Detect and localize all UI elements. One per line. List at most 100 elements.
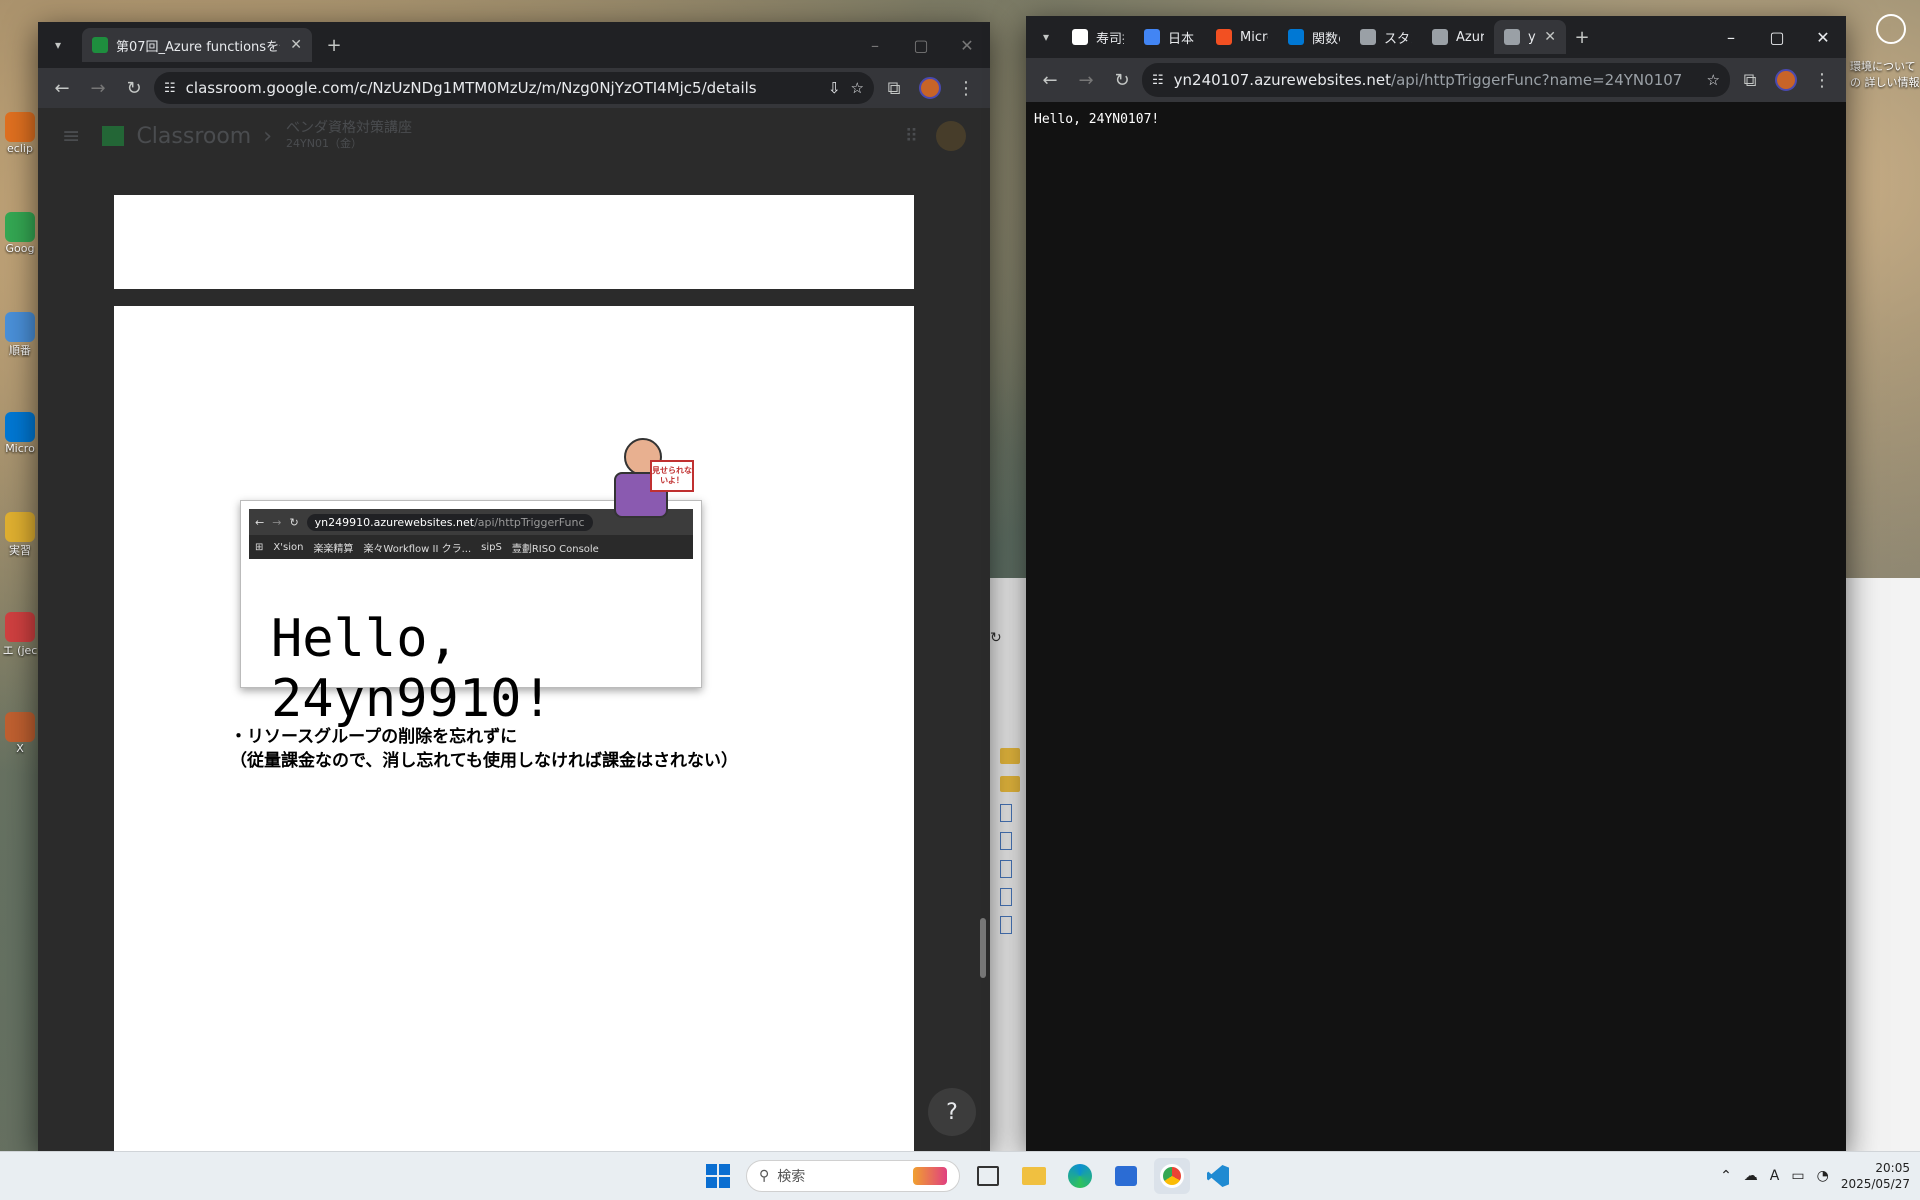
- shortcut-icon: [5, 712, 35, 742]
- folder-icon[interactable]: [1000, 776, 1020, 792]
- scrollbar[interactable]: [980, 918, 986, 978]
- tab-favicon-icon: [1072, 29, 1088, 45]
- clock[interactable]: 20:05 2025/05/27: [1841, 1160, 1910, 1192]
- ime-indicator[interactable]: A: [1770, 1168, 1780, 1184]
- refresh-icon[interactable]: ↻: [990, 630, 1002, 646]
- classroom-logo-icon[interactable]: [102, 126, 125, 146]
- tab-search-chevron-icon[interactable]: ▾: [1030, 21, 1062, 53]
- desktop-shortcut[interactable]: Goog: [2, 212, 38, 255]
- forward-arrow-icon[interactable]: →: [1070, 64, 1102, 96]
- extensions-puzzle-icon[interactable]: ⧉: [878, 72, 910, 104]
- close-window-icon[interactable]: ✕: [944, 22, 990, 68]
- account-avatar[interactable]: [936, 121, 966, 151]
- folder-icon[interactable]: [1000, 748, 1020, 764]
- reload-icon[interactable]: ↻: [1106, 64, 1138, 96]
- tab-favicon-icon: [1360, 29, 1376, 45]
- browser-tab[interactable]: 関数の: [1278, 20, 1350, 54]
- network-icon[interactable]: ▭: [1791, 1168, 1804, 1184]
- volume-icon[interactable]: ◔: [1817, 1168, 1829, 1184]
- mini-bookmark-item: 楽々Workflow II クラ...: [363, 543, 472, 555]
- apps-grid-icon[interactable]: ⠿: [905, 126, 918, 147]
- back-arrow-icon[interactable]: ←: [1034, 64, 1066, 96]
- mosaic-character-sticker: 見せられないよ！: [610, 438, 700, 518]
- response-text[interactable]: Hello, 24YN0107!: [1034, 112, 1838, 127]
- edge-browser-icon[interactable]: [1062, 1158, 1098, 1194]
- site-info-icon[interactable]: ☷: [1152, 73, 1164, 88]
- address-bar[interactable]: ☷ yn240107.azurewebsites.net/api/httpTri…: [1142, 63, 1730, 97]
- browser-tab[interactable]: Micro: [1206, 20, 1278, 54]
- desktop-shortcut[interactable]: 実習: [2, 512, 38, 558]
- profile-avatar-icon[interactable]: [914, 72, 946, 104]
- mini-back-icon: ←: [255, 515, 265, 529]
- mini-bookmark-item: X'sion: [273, 541, 304, 553]
- file-icon[interactable]: [1000, 832, 1012, 850]
- right-browser-window: ▾ 寿司打 日本 Micro 関数の スタン Azure yn ✕ + – ▢ ✕ ← → ↻…: [1026, 16, 1846, 1152]
- search-highlight-icon: [913, 1167, 947, 1185]
- course-subtitle: 24YN01（金）: [286, 137, 362, 150]
- new-tab-plus-icon[interactable]: +: [318, 29, 350, 61]
- tab-strip-right: ▾ 寿司打 日本 Micro 関数の スタン Azure yn ✕ + – ▢ ✕: [1026, 16, 1846, 58]
- maximize-icon[interactable]: ▢: [1754, 16, 1800, 58]
- classroom-favicon-icon: [92, 37, 108, 53]
- browser-toolbar: ← → ↻ ☷ classroom.google.com/c/NzUzNDg1M…: [38, 68, 990, 108]
- minimize-icon[interactable]: –: [1708, 16, 1754, 58]
- tab-classroom[interactable]: 第07回_Azure functionsを作ろう ✕: [82, 28, 312, 62]
- vscode-icon[interactable]: [1200, 1158, 1236, 1194]
- shortcut-icon: [5, 312, 35, 342]
- minimize-icon[interactable]: –: [852, 22, 898, 68]
- file-explorer-icon[interactable]: [1016, 1158, 1052, 1194]
- browser-tab[interactable]: Azure: [1422, 20, 1494, 54]
- file-icon[interactable]: [1000, 916, 1012, 934]
- mini-reload-icon: ↻: [289, 515, 299, 529]
- browser-tab[interactable]: 日本: [1134, 20, 1206, 54]
- back-arrow-icon[interactable]: ←: [46, 72, 78, 104]
- taskbar-search-box[interactable]: ⚲ 検索: [746, 1160, 960, 1192]
- help-question-icon[interactable]: ?: [928, 1088, 976, 1136]
- browser-tab[interactable]: 寿司打: [1062, 20, 1134, 54]
- desktop-shortcut[interactable]: Micro: [2, 412, 38, 455]
- file-icon[interactable]: [1000, 860, 1012, 878]
- response-page: Hello, 24YN0107!: [1026, 102, 1846, 1152]
- site-info-icon[interactable]: ☷: [164, 81, 176, 96]
- file-icon[interactable]: [1000, 888, 1012, 906]
- desktop-shortcut[interactable]: 順番: [2, 312, 38, 358]
- desktop-shortcut[interactable]: エ (jec: [2, 612, 38, 658]
- tab-search-chevron-icon[interactable]: ▾: [42, 29, 74, 61]
- tab-close-icon[interactable]: ✕: [1544, 29, 1556, 45]
- desktop-shortcut[interactable]: eclip: [2, 112, 38, 155]
- course-name[interactable]: ベンダ資格対策講座: [286, 120, 412, 136]
- chevron-up-icon[interactable]: ⌃: [1720, 1168, 1732, 1184]
- chrome-browser-icon[interactable]: [1154, 1158, 1190, 1194]
- left-browser-window: ▾ 第07回_Azure functionsを作ろう ✕ + – ▢ ✕ ← →…: [38, 22, 990, 1152]
- app-name[interactable]: Classroom: [136, 124, 251, 149]
- shortcut-label: 順番: [9, 344, 31, 357]
- maximize-icon[interactable]: ▢: [898, 22, 944, 68]
- task-view-icon[interactable]: [970, 1158, 1006, 1194]
- microsoft-store-icon[interactable]: [1108, 1158, 1144, 1194]
- reload-icon[interactable]: ↻: [118, 72, 150, 104]
- user-account-icon[interactable]: [1876, 14, 1906, 44]
- browser-tab[interactable]: スタン: [1350, 20, 1422, 54]
- close-window-icon[interactable]: ✕: [1800, 16, 1846, 58]
- shortcut-label: 実習: [9, 544, 31, 557]
- bookmark-star-icon[interactable]: ☆: [851, 79, 864, 97]
- menu-kebab-icon[interactable]: ⋮: [1806, 64, 1838, 96]
- install-app-icon[interactable]: ⇩: [828, 79, 841, 97]
- tab-close-icon[interactable]: ✕: [290, 37, 302, 53]
- address-bar[interactable]: ☷ classroom.google.com/c/NzUzNDg1MTM0MzU…: [154, 72, 874, 104]
- clock-date: 2025/05/27: [1840, 1177, 1910, 1191]
- file-icon[interactable]: [1000, 804, 1012, 822]
- bookmark-star-icon[interactable]: ☆: [1707, 71, 1720, 89]
- profile-avatar-icon[interactable]: [1770, 64, 1802, 96]
- desktop-shortcut[interactable]: X: [2, 712, 38, 755]
- browser-tab[interactable]: yn ✕: [1494, 20, 1566, 54]
- start-windows-icon[interactable]: [700, 1158, 736, 1194]
- classroom-page: ≡ Classroom › ベンダ資格対策講座 24YN01（金） ⠿ ← → …: [38, 108, 990, 1152]
- extensions-puzzle-icon[interactable]: ⧉: [1734, 64, 1766, 96]
- cloud-icon[interactable]: ☁: [1744, 1168, 1758, 1184]
- forward-arrow-icon[interactable]: →: [82, 72, 114, 104]
- new-tab-plus-icon[interactable]: +: [1566, 21, 1598, 53]
- menu-kebab-icon[interactable]: ⋮: [950, 72, 982, 104]
- hamburger-menu-icon[interactable]: ≡: [62, 124, 80, 149]
- shortcut-label: エ (jec: [2, 644, 38, 657]
